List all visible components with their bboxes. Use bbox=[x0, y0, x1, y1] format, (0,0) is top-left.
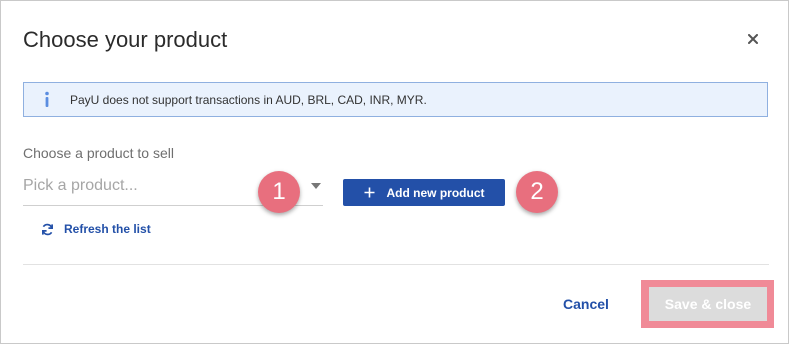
footer-divider bbox=[23, 264, 769, 265]
info-banner-text: PayU does not support transactions in AU… bbox=[70, 93, 427, 107]
add-new-product-label: Add new product bbox=[386, 185, 485, 200]
choose-product-dialog: Choose your product PayU does not suppor… bbox=[0, 0, 789, 344]
add-new-product-button[interactable]: Add new product bbox=[343, 179, 505, 206]
caret-down-icon bbox=[311, 183, 321, 189]
refresh-list-label: Refresh the list bbox=[64, 222, 151, 236]
refresh-icon bbox=[41, 223, 54, 236]
cancel-button[interactable]: Cancel bbox=[563, 296, 609, 312]
close-button[interactable] bbox=[743, 29, 763, 49]
plus-icon bbox=[364, 187, 375, 198]
refresh-list-link[interactable]: Refresh the list bbox=[41, 222, 151, 236]
close-icon bbox=[748, 34, 758, 44]
dialog-title: Choose your product bbox=[23, 27, 228, 52]
step-marker-2: 2 bbox=[516, 171, 558, 213]
product-field-label: Choose a product to sell bbox=[23, 145, 174, 161]
product-select-placeholder: Pick a product... bbox=[23, 177, 138, 194]
info-icon bbox=[45, 91, 49, 107]
step-marker-1: 1 bbox=[258, 171, 300, 213]
info-banner: PayU does not support transactions in AU… bbox=[23, 82, 768, 117]
save-and-close-button[interactable]: Save & close bbox=[649, 287, 767, 321]
